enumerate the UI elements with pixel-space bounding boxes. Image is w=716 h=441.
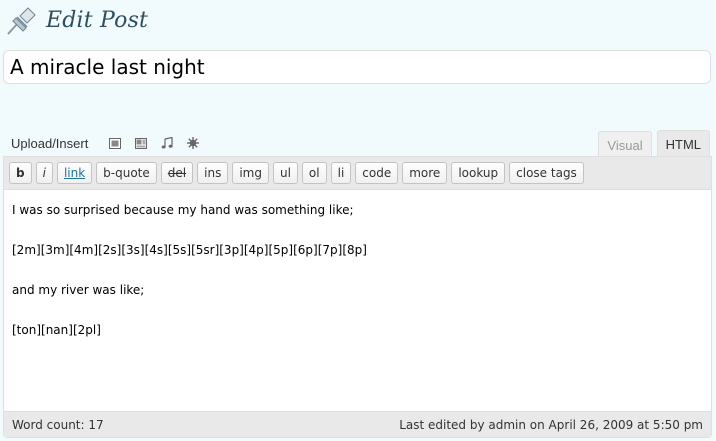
last-edited-info: Last edited by admin on April 26, 2009 a… [399, 417, 703, 432]
link-button[interactable]: link [56, 162, 93, 184]
add-media-icon[interactable] [186, 136, 200, 150]
pushpin-icon [4, 2, 40, 38]
upload-insert-label: Upload/Insert [11, 135, 89, 151]
add-image-icon[interactable] [108, 136, 122, 150]
italic-button[interactable]: i [35, 162, 53, 184]
lookup-button[interactable]: lookup [451, 162, 506, 184]
bold-button[interactable]: b [9, 162, 32, 184]
code-button[interactable]: code [355, 162, 399, 184]
content-line: [2m][3m][4m][2s][3s][4s][5s][5sr][3p][4p… [12, 243, 367, 257]
status-bar: Word count: 17 Last edited by admin on A… [4, 411, 711, 437]
tab-visual[interactable]: Visual [598, 131, 652, 157]
close-tags-button[interactable]: close tags [509, 162, 584, 184]
del-button[interactable]: del [160, 162, 194, 184]
blockquote-button[interactable]: b-quote [96, 162, 157, 184]
page-title: Edit Post [46, 7, 149, 33]
tab-html[interactable]: HTML [656, 130, 710, 157]
img-button[interactable]: img [232, 162, 269, 184]
content-line: and my river was like; [12, 283, 145, 297]
ul-button[interactable]: ul [272, 162, 298, 184]
add-audio-icon[interactable] [160, 136, 174, 150]
ol-button[interactable]: ol [301, 162, 327, 184]
ins-button[interactable]: ins [197, 162, 229, 184]
post-title-input[interactable] [3, 50, 711, 84]
li-button[interactable]: li [330, 162, 352, 184]
page-header: Edit Post [4, 2, 148, 38]
editor-tabs: Visual HTML [593, 130, 710, 157]
media-bar: Upload/Insert [11, 133, 200, 153]
post-content-textarea[interactable]: I was so surprised because my hand was s… [4, 190, 711, 411]
add-video-icon[interactable] [134, 136, 148, 150]
more-button[interactable]: more [402, 162, 448, 184]
editor-box: b i link b-quote del ins img ul ol li co… [3, 156, 712, 438]
quicktags-toolbar: b i link b-quote del ins img ul ol li co… [4, 157, 711, 190]
content-line: I was so surprised because my hand was s… [12, 203, 354, 217]
word-count: Word count: 17 [12, 417, 104, 432]
content-line: [ton][nan][2pl] [12, 323, 101, 337]
